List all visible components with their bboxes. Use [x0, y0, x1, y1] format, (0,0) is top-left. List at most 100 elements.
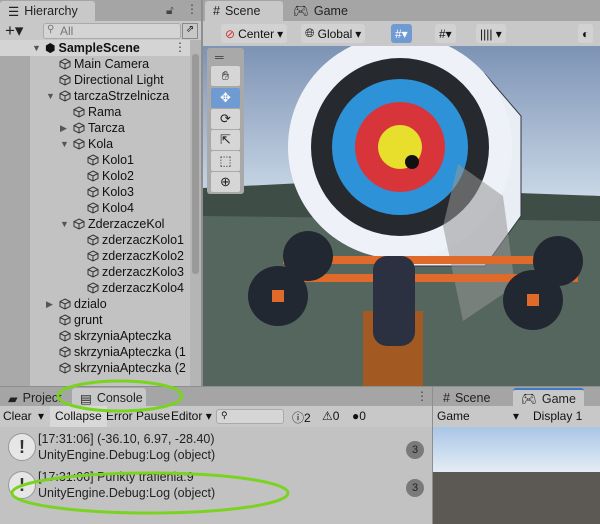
grid-icon: # [443, 391, 450, 405]
view-dropdown[interactable]: Game [437, 409, 470, 423]
rect-tool[interactable]: ⬚ [211, 151, 240, 171]
hierarchy-item[interactable]: skrzyniaApteczka [46, 328, 171, 344]
drag-handle[interactable]: ═ [215, 50, 224, 64]
hierarchy-panel: ☰ Hierarchy 🔓︎ ⋮ +▾ ⚲ All ⇗ ▼ ⬢ SampleScene… [0, 0, 201, 386]
shading-dropdown[interactable]: ◐ [578, 24, 594, 43]
tab-game[interactable]: 🎮︎ Game [513, 388, 584, 408]
hierarchy-gutter [0, 56, 30, 386]
scene-visibility-icon[interactable]: ⇗ [182, 23, 198, 39]
space-dropdown[interactable]: 🌐︎ Global ▾ [301, 24, 366, 43]
tab-scene[interactable]: # Scene [205, 1, 283, 21]
hierarchy-item[interactable]: Kolo2 [74, 168, 134, 184]
unity-scene-icon: ⬢ [45, 41, 56, 55]
hierarchy-item[interactable]: Directional Light [46, 72, 164, 88]
scene-viewport[interactable] [203, 46, 600, 386]
expand-arrow-icon[interactable]: ▶ [46, 299, 56, 310]
item-label: zderzaczKolo4 [102, 281, 184, 295]
rotate-tool[interactable]: ⟳ [211, 109, 240, 129]
hierarchy-scrollbar[interactable] [190, 40, 201, 386]
sphere-icon: ◐ [582, 26, 590, 41]
hierarchy-item[interactable]: zderzaczKolo1 [74, 232, 184, 248]
gameobject-icon [87, 154, 99, 166]
hierarchy-scene-root[interactable]: ▼ ⬢ SampleScene [32, 40, 140, 56]
scrollbar-thumb[interactable] [192, 54, 199, 274]
scale-icon: ⇱ [220, 132, 231, 147]
more-menu-icon[interactable]: ⋮ [186, 2, 198, 16]
ruler-toggle[interactable]: |||| ▾ [476, 24, 506, 43]
search-input[interactable]: ⚲ All [43, 23, 181, 39]
grid-icon: # [213, 4, 220, 18]
hand-tool[interactable]: ✋︎ [211, 66, 240, 86]
item-label: Kolo1 [102, 153, 134, 167]
hierarchy-item[interactable]: ▼ tarczaStrzelnicza [46, 88, 169, 104]
hierarchy-tabbar: ☰ Hierarchy 🔓︎ ⋮ [0, 0, 201, 21]
hand-icon: ✋︎ [221, 68, 230, 83]
hierarchy-item[interactable]: skrzyniaApteczka (2 [46, 360, 186, 376]
search-placeholder: All [60, 24, 74, 38]
item-label: skrzyniaApteczka [74, 329, 172, 343]
hierarchy-item[interactable]: zderzaczKolo3 [74, 264, 184, 280]
expand-arrow-icon[interactable]: ▼ [60, 219, 70, 229]
hierarchy-item[interactable]: ▼ Kola [60, 136, 113, 152]
hierarchy-item[interactable]: ▼ ZderzaczeKol [60, 216, 164, 232]
hierarchy-item[interactable]: Kolo1 [74, 152, 134, 168]
lock-icon[interactable]: 🔓︎ [166, 3, 174, 18]
pivot-label: Center [238, 26, 275, 41]
grid-snap-toggle[interactable]: #▾ [391, 24, 412, 43]
hierarchy-item[interactable]: Main Camera [46, 56, 149, 72]
move-tool[interactable]: ✥ [211, 88, 240, 108]
message-highlight [10, 471, 290, 515]
tab-label: Game [313, 4, 348, 18]
increment-snap-toggle[interactable]: #▾ [435, 24, 456, 43]
item-label: Kola [88, 137, 114, 151]
item-label: Kolo3 [102, 185, 134, 199]
cannon-barrel [373, 256, 415, 346]
item-label: Kolo2 [102, 169, 134, 183]
hierarchy-item[interactable]: grunt [46, 312, 103, 328]
chevron-down-icon[interactable]: ▾ [513, 409, 519, 423]
tab-scene[interactable]: # Scene [435, 388, 498, 408]
expand-arrow-icon[interactable]: ▶ [60, 123, 70, 134]
scene-toolbar: ⊘ Center ▾ 🌐︎ Global ▾ #▾ #▾ |||| ▾ ◐ [203, 21, 600, 46]
hierarchy-item[interactable]: skrzyniaApteczka (1 [46, 344, 186, 360]
item-label: grunt [74, 313, 103, 327]
add-icon[interactable]: +▾ [5, 21, 23, 41]
transform-tool[interactable]: ⊕ [211, 172, 240, 192]
display-dropdown[interactable]: Display 1 [533, 409, 582, 423]
expand-arrow-icon[interactable]: ▼ [46, 91, 56, 101]
gameobject-icon [87, 234, 99, 246]
item-label: zderzaczKolo3 [102, 265, 184, 279]
item-label: Directional Light [74, 73, 164, 87]
expand-arrow-icon[interactable]: ▼ [32, 43, 42, 53]
hierarchy-item[interactable]: Kolo4 [74, 200, 134, 216]
hierarchy-item[interactable]: ▶ dzialo [46, 296, 107, 312]
tab-hierarchy[interactable]: ☰ Hierarchy [0, 1, 95, 21]
hierarchy-item[interactable]: ▶ Tarcza [60, 120, 125, 136]
gameobject-icon [59, 330, 71, 342]
hierarchy-item[interactable]: zderzaczKolo2 [74, 248, 184, 264]
item-label: skrzyniaApteczka (2 [74, 361, 186, 375]
scale-tool[interactable]: ⇱ [211, 130, 240, 150]
tab-game[interactable]: 🎮︎ Game [285, 1, 356, 21]
rotate-icon: ⟳ [220, 111, 231, 126]
item-label: SampleScene [58, 41, 140, 55]
gameobject-icon [87, 186, 99, 198]
hierarchy-item[interactable]: Rama [60, 104, 121, 120]
gameobject-icon [73, 218, 85, 230]
ruler-icon: |||| ▾ [480, 26, 502, 41]
expand-arrow-icon[interactable]: ▼ [60, 139, 70, 149]
bullet-hole [405, 155, 419, 169]
hierarchy-item[interactable]: zderzaczKolo4 [74, 280, 184, 296]
transform-icon: ⊕ [220, 174, 231, 189]
game-ground [433, 472, 600, 524]
gameobject-icon [87, 202, 99, 214]
scene-menu-icon[interactable]: ⋮ [174, 40, 186, 54]
pivot-dropdown[interactable]: ⊘ Center ▾ [221, 24, 288, 43]
console-tab-highlight [56, 379, 184, 413]
item-label: tarczaStrzelnicza [74, 89, 170, 103]
hierarchy-item[interactable]: Kolo3 [74, 184, 134, 200]
search-icon: ⚲ [47, 24, 55, 35]
scene-tabbar: # Scene 🎮︎ Game [203, 0, 600, 21]
move-icon: ✥ [220, 90, 231, 105]
gameobject-icon [59, 58, 71, 70]
